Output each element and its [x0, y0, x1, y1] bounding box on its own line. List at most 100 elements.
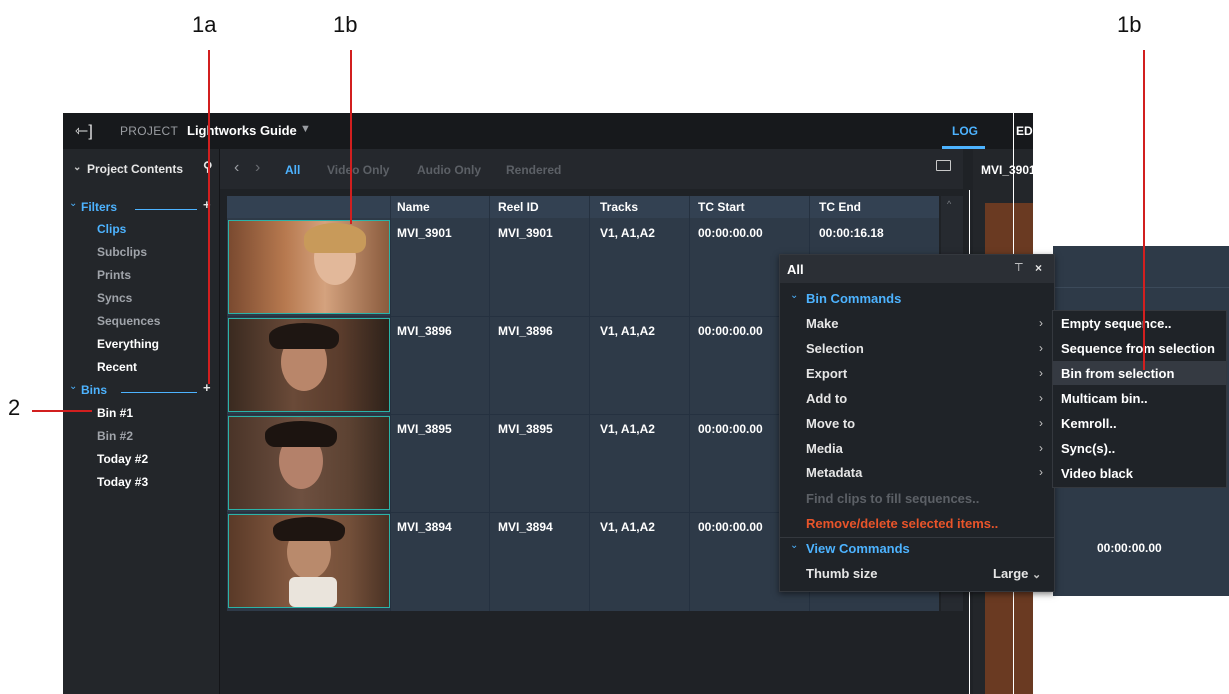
thumb-size-select[interactable]: Large ⌄	[993, 566, 1041, 581]
forward-arrow-icon[interactable]: ›	[255, 159, 260, 177]
menu-item-remove-delete[interactable]: Remove/delete selected items..	[806, 516, 998, 531]
menu-item-selection[interactable]: Selection	[806, 341, 864, 356]
clip-thumbnail[interactable]	[228, 220, 390, 314]
exit-project-icon[interactable]: ⇽]	[75, 121, 93, 141]
bins-chevron-icon[interactable]: ⌄	[69, 381, 77, 392]
cell-reel: MVI_3894	[498, 520, 553, 534]
filter-sequences[interactable]: Sequences	[97, 314, 160, 328]
column-header-tracks[interactable]: Tracks	[600, 200, 638, 214]
filter-rendered[interactable]: Rendered	[506, 163, 561, 177]
filters-divider	[135, 209, 197, 210]
submenu-item-empty-sequence[interactable]: Empty sequence..	[1061, 316, 1172, 331]
project-name[interactable]: Lightworks Guide	[187, 123, 297, 138]
column-header-reel-id[interactable]: Reel ID	[498, 200, 539, 214]
cell-tc-start: 00:00:00.00	[698, 520, 763, 534]
cell-tracks: V1, A1,A2	[600, 520, 655, 534]
cell-tracks: V1, A1,A2	[600, 226, 655, 240]
menu-item-media[interactable]: Media	[806, 441, 843, 456]
menu-item-metadata[interactable]: Metadata	[806, 465, 862, 480]
callout-line-2	[32, 410, 92, 412]
submenu-item-sequence-from-selection[interactable]: Sequence from selection	[1061, 341, 1215, 356]
submenu-item-bin-from-selection[interactable]: Bin from selection	[1061, 366, 1174, 381]
clip-thumbnail[interactable]	[228, 416, 390, 510]
back-arrow-icon[interactable]: ‹	[234, 159, 239, 177]
cell-reel: MVI_3896	[498, 324, 553, 338]
submenu-arrow-icon: ›	[1039, 341, 1043, 355]
submenu-item-multicam-bin[interactable]: Multicam bin..	[1061, 391, 1148, 406]
cell-name: MVI_3896	[397, 324, 452, 338]
column-header-tc-start[interactable]: TC Start	[698, 200, 745, 214]
collapse-chevron-icon[interactable]: ⌄	[73, 162, 81, 173]
project-prefix: PROJECT	[120, 124, 179, 138]
cell-tc-end: 00:00:16.18	[819, 226, 884, 240]
bin-context-menu: All ⊤ × ⌄ Bin Commands Make › Selection …	[779, 254, 1055, 592]
submenu-arrow-icon: ›	[1039, 441, 1043, 455]
filter-recent[interactable]: Recent	[97, 360, 137, 374]
column-header-name[interactable]: Name	[397, 200, 430, 214]
chevron-down-icon: ⌄	[1032, 569, 1042, 581]
cell-tc-start: 00:00:00.00	[698, 422, 763, 436]
filter-syncs[interactable]: Syncs	[97, 291, 132, 305]
filter-audio-only[interactable]: Audio Only	[417, 163, 481, 177]
menu-item-export[interactable]: Export	[806, 366, 847, 381]
filter-everything[interactable]: Everything	[97, 337, 159, 351]
menu-item-make[interactable]: Make	[806, 316, 839, 331]
menu-item-add-to[interactable]: Add to	[806, 391, 847, 406]
filters-chevron-icon[interactable]: ⌄	[69, 198, 77, 209]
clip-thumbnail[interactable]	[228, 318, 390, 412]
filter-video-only[interactable]: Video Only	[327, 163, 389, 177]
menu-title: All	[787, 262, 804, 277]
submenu-arrow-icon: ›	[1039, 366, 1043, 380]
callout-line-1b-left	[350, 50, 352, 224]
column-header-tc-end[interactable]: TC End	[819, 200, 861, 214]
callout-2: 2	[8, 395, 21, 420]
bin-commands-section[interactable]: Bin Commands	[806, 291, 901, 306]
bins-section-label[interactable]: Bins	[81, 383, 107, 397]
bin-item-1[interactable]: Bin #1	[97, 406, 133, 420]
project-contents-header[interactable]: ⌄ Project Contents ⚲	[73, 159, 219, 185]
filter-prints[interactable]: Prints	[97, 268, 131, 282]
cell-tc-start: 00:00:00.00	[698, 226, 763, 240]
submenu-item-kemroll[interactable]: Kemroll..	[1061, 416, 1117, 431]
cell-name: MVI_3901	[397, 226, 452, 240]
overlay-tc-value: 00:00:00.00	[1097, 541, 1162, 555]
callout-1a: 1a	[192, 12, 217, 37]
bin-options-icon[interactable]	[936, 160, 951, 171]
close-icon[interactable]: ×	[1035, 261, 1042, 275]
project-dropdown-icon[interactable]: ▼	[300, 123, 311, 135]
filter-all[interactable]: All	[285, 163, 300, 177]
tab-log[interactable]: LOG	[952, 124, 978, 138]
filter-clips[interactable]: Clips	[97, 222, 126, 236]
callout-line-1b-right	[1143, 50, 1145, 370]
clip-thumbnail[interactable]	[228, 514, 390, 608]
menu-item-move-to[interactable]: Move to	[806, 416, 855, 431]
scroll-up-icon[interactable]: ^	[947, 199, 951, 209]
hair-shape	[269, 323, 339, 349]
bin-item-2[interactable]: Bin #2	[97, 429, 133, 443]
submenu-item-syncs[interactable]: Sync(s)..	[1061, 441, 1115, 456]
cell-reel: MVI_3901	[498, 226, 553, 240]
menu-divider	[780, 537, 1054, 538]
cell-tc-start: 00:00:00.00	[698, 324, 763, 338]
filter-subclips[interactable]: Subclips	[97, 245, 147, 259]
submenu-item-video-black[interactable]: Video black	[1061, 466, 1133, 481]
callout-1b-right: 1b	[1117, 12, 1142, 37]
bins-divider	[121, 392, 197, 393]
hair-shape	[265, 421, 337, 447]
filters-section-label[interactable]: Filters	[81, 200, 117, 214]
thumb-size-value: Large	[993, 566, 1029, 581]
bin-item-3[interactable]: Today #2	[97, 452, 148, 466]
bin-commands-chevron-icon[interactable]: ⌄	[790, 290, 798, 301]
view-commands-chevron-icon[interactable]: ⌄	[790, 540, 798, 551]
menu-header: All ⊤ ×	[780, 255, 1054, 283]
project-contents-title: Project Contents	[87, 162, 184, 176]
bin-item-4[interactable]: Today #3	[97, 475, 148, 489]
cell-tracks: V1, A1,A2	[600, 422, 655, 436]
pin-icon[interactable]: ⊤	[1014, 261, 1024, 274]
viewer-clip-name: MVI_3901	[981, 163, 1033, 177]
submenu-arrow-icon: ›	[1039, 416, 1043, 430]
tab-edit[interactable]: EDIT	[1016, 124, 1033, 138]
menu-item-find-clips: Find clips to fill sequences..	[806, 491, 980, 506]
view-commands-section[interactable]: View Commands	[806, 541, 910, 556]
callout-1b-left: 1b	[333, 12, 358, 37]
